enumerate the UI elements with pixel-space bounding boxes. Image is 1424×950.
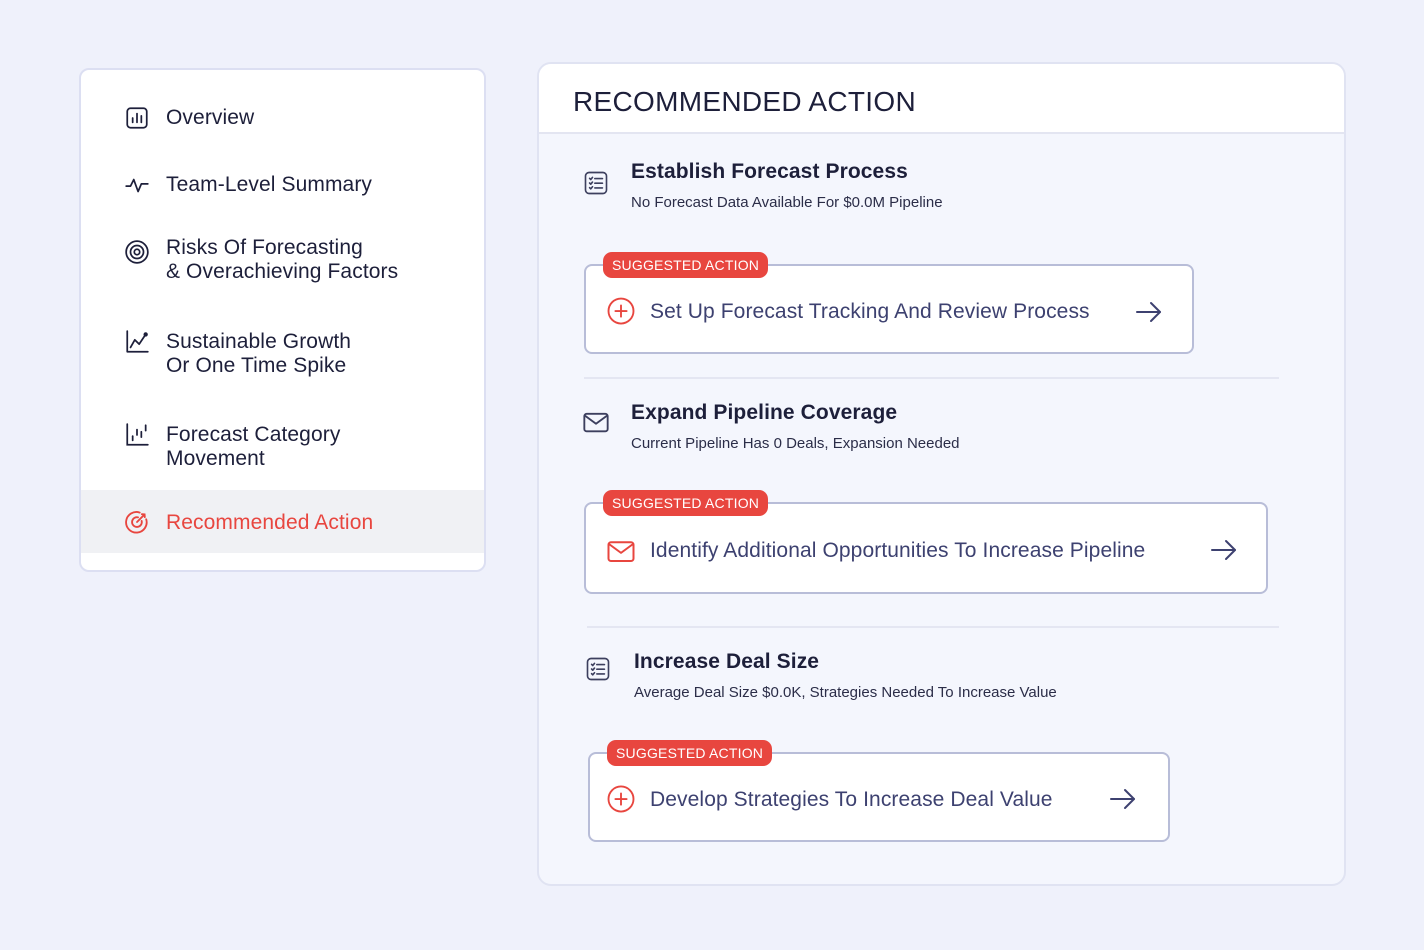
recommendation-subtitle: No Forecast Data Available For $0.0M Pip… [631,194,943,211]
target-icon [123,238,151,266]
suggested-action-button[interactable]: SUGGESTED ACTION Develop Strategies To I… [588,740,1170,842]
line-chart-icon [123,328,151,356]
recommendation-subtitle: Average Deal Size $0.0K, Strategies Need… [634,684,1057,701]
sidebar-item-label: Team-Level Summary [166,173,373,196]
sidebar-item-label: Recommended Action [166,510,374,534]
suggested-action-button[interactable]: SUGGESTED ACTION Set Up Forecast Trackin… [584,252,1194,354]
sidebar-nav: Overview Team-Level Summary Risks Of For… [79,68,486,572]
recommendation-title: Increase Deal Size [634,650,820,673]
suggested-action-button[interactable]: SUGGESTED ACTION Identify Additional Opp… [584,490,1268,594]
mail-icon [582,408,610,436]
sidebar-item-sustainable-growth[interactable]: Sustainable Growth Or One Time Spike [81,328,484,378]
sidebar-item-label: Forecast Category Movement [166,423,341,470]
target-arrow-icon [123,508,151,536]
bar-chart-icon [123,104,151,132]
plus-circle-icon [606,296,636,326]
sidebar-item-risks-of-forecasting[interactable]: Risks Of Forecasting & Overachieving Fac… [81,234,484,284]
sidebar-item-team-level-summary[interactable]: Team-Level Summary [81,171,484,199]
sidebar-item-recommended-action[interactable]: Recommended Action [81,490,484,553]
sidebar-item-forecast-category-movement[interactable]: Forecast Category Movement [81,421,484,471]
checklist-icon [584,655,612,683]
mail-icon [606,536,636,566]
recommendation-title: Expand Pipeline Coverage [631,401,898,424]
sidebar-item-label: Risks Of Forecasting & Overachieving Fac… [166,236,399,283]
sidebar-item-overview[interactable]: Overview [81,104,484,132]
arrow-right-icon [1108,786,1138,812]
column-chart-icon [123,421,151,449]
suggested-action-badge: SUGGESTED ACTION [603,252,769,278]
page-title: RECOMMENDED ACTION [573,86,916,117]
panel-header: RECOMMENDED ACTION [539,64,1344,134]
suggested-action-badge: SUGGESTED ACTION [607,740,773,766]
arrow-right-icon [1209,537,1239,563]
plus-circle-icon [606,784,636,814]
suggested-action-label: Set Up Forecast Tracking And Review Proc… [650,300,1090,323]
sidebar-item-label: Sustainable Growth Or One Time Spike [166,330,352,377]
arrow-right-icon [1134,299,1164,325]
suggested-action-label: Identify Additional Opportunities To Inc… [650,539,1146,562]
checklist-icon [582,169,610,197]
recommended-action-panel: RECOMMENDED ACTION Establish Forecast Pr… [537,62,1346,886]
suggested-action-badge: SUGGESTED ACTION [603,490,769,516]
pulse-icon [123,171,151,199]
recommendation-subtitle: Current Pipeline Has 0 Deals, Expansion … [631,435,960,452]
recommendation-title: Establish Forecast Process [631,160,908,183]
divider [587,626,1279,628]
suggested-action-label: Develop Strategies To Increase Deal Valu… [650,788,1053,811]
divider [584,377,1279,379]
sidebar-item-label: Overview [166,106,255,129]
